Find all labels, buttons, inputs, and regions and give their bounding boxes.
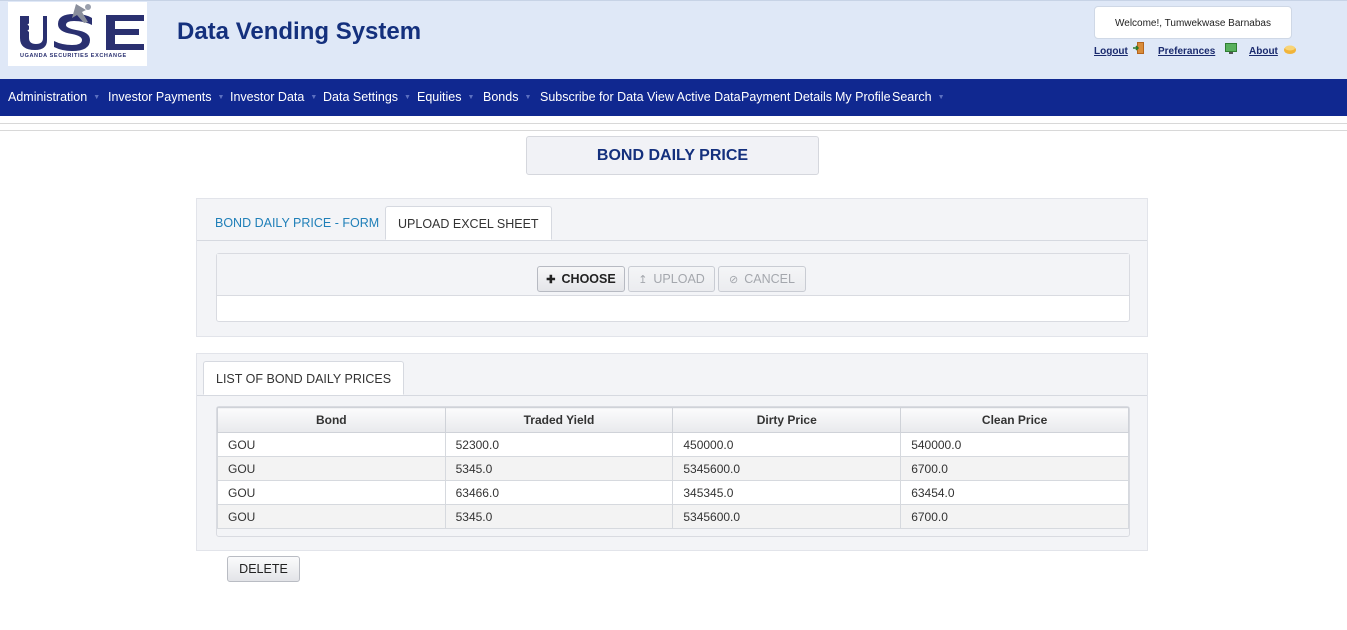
cell-clean-price: 6700.0 bbox=[900, 456, 1129, 481]
nav-payment-details[interactable]: Payment Details bbox=[741, 79, 832, 116]
cell-dirty-price: 5345600.0 bbox=[672, 504, 902, 529]
cell-bond: GOU bbox=[217, 504, 446, 529]
cell-traded-yield: 5345.0 bbox=[444, 504, 674, 529]
chevron-down-icon: ▼ bbox=[937, 94, 945, 102]
divider bbox=[0, 130, 1347, 131]
tab-strip: BOND DAILY PRICE - FORM UPLOAD EXCEL SHE… bbox=[197, 199, 1147, 241]
nav-view-active-data[interactable]: View Active Data bbox=[647, 79, 741, 116]
logout-link[interactable]: Logout bbox=[1094, 46, 1128, 57]
tab-bond-daily-price-form[interactable]: BOND DAILY PRICE - FORM bbox=[203, 206, 391, 240]
file-upload-toolbar: ✚ CHOOSE ↥ UPLOAD ⊘ CANCEL bbox=[217, 254, 1129, 296]
table-row[interactable]: GOU 52300.0 450000.0 540000.0 bbox=[217, 432, 1129, 457]
about-link[interactable]: About bbox=[1249, 46, 1278, 57]
nav-investor-data[interactable]: Investor Data ▼ bbox=[230, 79, 317, 116]
table-row[interactable]: GOU 63466.0 345345.0 63454.0 bbox=[217, 480, 1129, 505]
cancel-icon: ⊘ bbox=[729, 274, 739, 286]
chevron-down-icon: ▼ bbox=[404, 94, 411, 102]
nav-equities[interactable]: Equities ▼ bbox=[417, 79, 474, 116]
cell-clean-price: 6700.0 bbox=[900, 504, 1129, 529]
cell-dirty-price: 450000.0 bbox=[672, 432, 902, 457]
cell-bond: GOU bbox=[217, 432, 446, 457]
logo-caption: UGANDA SECURITIES EXCHANGE bbox=[20, 53, 127, 59]
page-title: BOND DAILY PRICE bbox=[526, 136, 819, 175]
cell-bond: GOU bbox=[217, 456, 446, 481]
main-nav: Administration ▼ Investor Payments ▼ Inves… bbox=[0, 79, 1347, 116]
chevron-down-icon: ▼ bbox=[310, 94, 318, 102]
column-header-dirty-price[interactable]: Dirty Price bbox=[672, 407, 902, 433]
column-header-clean-price[interactable]: Clean Price bbox=[900, 407, 1129, 433]
chevron-down-icon: ▼ bbox=[217, 94, 225, 102]
cell-clean-price: 63454.0 bbox=[900, 480, 1129, 505]
nav-search[interactable]: Search ▼ bbox=[892, 79, 945, 116]
chevron-down-icon: ▼ bbox=[93, 94, 101, 102]
nav-my-profile[interactable]: My Profile bbox=[835, 79, 891, 116]
upload-tab-panel: BOND DAILY PRICE - FORM UPLOAD EXCEL SHE… bbox=[196, 198, 1148, 337]
cell-traded-yield: 5345.0 bbox=[444, 456, 674, 481]
cell-traded-yield: 52300.0 bbox=[444, 432, 674, 457]
use-logo: UGANDA SECURITIES EXCHANGE bbox=[8, 2, 147, 66]
nav-administration[interactable]: Administration ▼ bbox=[8, 79, 100, 116]
nav-investor-payments[interactable]: Investor Payments ▼ bbox=[108, 79, 224, 116]
choose-button[interactable]: ✚ CHOOSE bbox=[537, 266, 625, 292]
cell-dirty-price: 5345600.0 bbox=[672, 456, 902, 481]
cell-bond: GOU bbox=[217, 480, 446, 505]
table-row[interactable]: GOU 5345.0 5345600.0 6700.0 bbox=[217, 504, 1129, 529]
about-icon[interactable] bbox=[1283, 42, 1297, 56]
bond-prices-table: Bond Traded Yield Dirty Price Clean Pric… bbox=[217, 407, 1129, 529]
app-title: Data Vending System bbox=[177, 18, 422, 45]
upload-button[interactable]: ↥ UPLOAD bbox=[628, 266, 715, 292]
cell-traded-yield: 63466.0 bbox=[444, 480, 674, 505]
table-row[interactable]: GOU 5345.0 5345600.0 6700.0 bbox=[217, 456, 1129, 481]
cell-clean-price: 540000.0 bbox=[900, 432, 1129, 457]
chevron-down-icon: ▼ bbox=[524, 94, 532, 102]
bond-prices-table-wrap: Bond Traded Yield Dirty Price Clean Pric… bbox=[216, 406, 1130, 537]
column-header-bond[interactable]: Bond bbox=[217, 407, 446, 433]
nav-subscribe-for-data[interactable]: Subscribe for Data bbox=[540, 79, 644, 116]
bond-list-panel: LIST OF BOND DAILY PRICES Bond Traded Yi… bbox=[196, 353, 1148, 551]
column-header-traded-yield[interactable]: Traded Yield bbox=[444, 407, 674, 433]
preferences-link[interactable]: Preferances bbox=[1158, 46, 1215, 57]
app-header: UGANDA SECURITIES EXCHANGE Data Vending … bbox=[0, 0, 1347, 79]
nav-bonds[interactable]: Bonds ▼ bbox=[483, 79, 531, 116]
tab-list-of-bond-daily-prices[interactable]: LIST OF BOND DAILY PRICES bbox=[203, 361, 405, 395]
welcome-message: Welcome!, Tumwekwase Barnabas bbox=[1094, 6, 1292, 39]
plus-icon: ✚ bbox=[546, 274, 556, 286]
cancel-button[interactable]: ⊘ CANCEL bbox=[718, 266, 806, 292]
upload-icon: ↥ bbox=[638, 274, 648, 286]
delete-button[interactable]: DELETE bbox=[227, 556, 300, 582]
chevron-down-icon: ▼ bbox=[467, 94, 475, 102]
divider bbox=[0, 123, 1347, 124]
preferences-icon[interactable] bbox=[1224, 41, 1238, 55]
file-upload: ✚ CHOOSE ↥ UPLOAD ⊘ CANCEL bbox=[216, 253, 1130, 322]
nav-data-settings[interactable]: Data Settings ▼ bbox=[323, 79, 411, 116]
tab-upload-excel-sheet[interactable]: UPLOAD EXCEL SHEET bbox=[385, 206, 552, 240]
tab-strip: LIST OF BOND DAILY PRICES bbox=[197, 354, 1147, 396]
cell-dirty-price: 345345.0 bbox=[672, 480, 902, 505]
logout-icon[interactable] bbox=[1132, 41, 1146, 55]
